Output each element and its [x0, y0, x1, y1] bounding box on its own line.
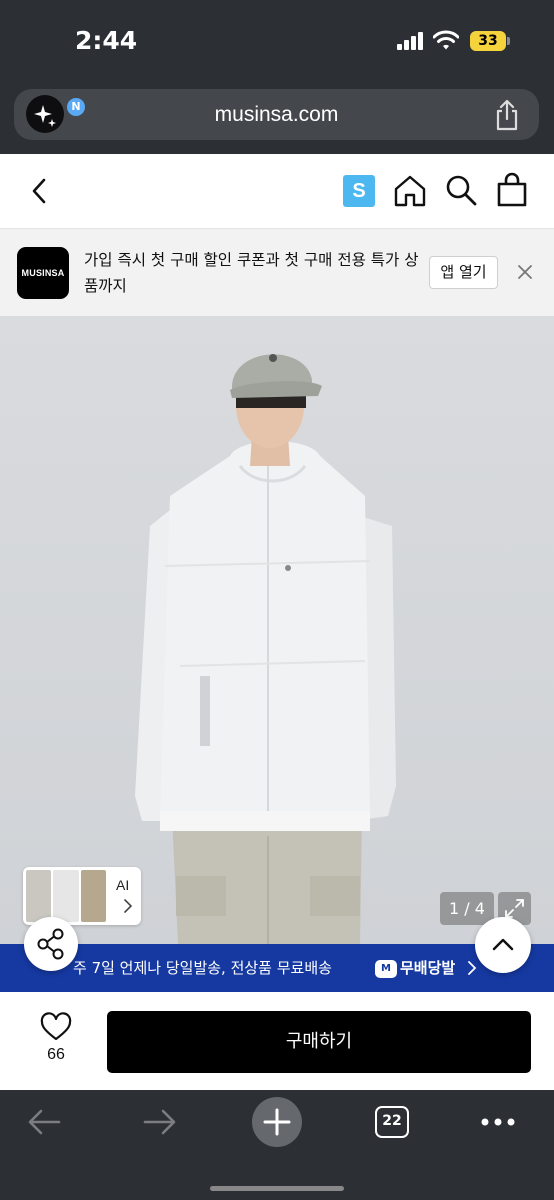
forward-arrow-icon[interactable] [142, 1107, 178, 1137]
status-bar: 2:44 33 [0, 0, 554, 80]
browser-address-area: N musinsa.com [0, 80, 554, 154]
home-icon[interactable] [392, 172, 428, 208]
thumbnail-photos [26, 870, 106, 922]
product-image[interactable]: AI 1 / 4 [0, 316, 554, 944]
more-icon[interactable] [480, 1112, 516, 1132]
battery-indicator: 33 [470, 31, 506, 51]
cellular-signal-icon [397, 32, 425, 50]
buy-button[interactable]: 구매하기 [107, 1011, 531, 1073]
share-button[interactable] [24, 917, 78, 971]
site-header: S [0, 154, 554, 228]
url-text[interactable]: musinsa.com [14, 89, 539, 140]
free-shipping-label: 무배당발 [400, 959, 456, 977]
shipping-info-strip[interactable]: 주 7일 언제나 당일발송, 전상품 무료배송 M 무배당발 [0, 944, 554, 992]
product-photo [0, 316, 554, 944]
free-shipping-badge-icon: M [375, 960, 397, 978]
chevron-left-icon[interactable] [24, 174, 54, 208]
tabs-button[interactable]: 22 [375, 1106, 409, 1138]
address-bar[interactable]: N musinsa.com [14, 89, 539, 140]
back-arrow-icon[interactable] [26, 1107, 62, 1137]
s-badge-button[interactable]: S [343, 175, 375, 207]
like-button[interactable]: 66 [34, 1012, 78, 1072]
home-indicator [210, 1186, 344, 1191]
share-nodes-icon [37, 928, 64, 960]
close-icon[interactable] [515, 262, 535, 282]
banner-message: 가입 즉시 첫 구매 할인 쿠폰과 첫 구매 전용 특가 상품까지 [84, 251, 419, 295]
shopping-bag-icon[interactable] [494, 171, 530, 209]
scroll-to-top-button[interactable] [475, 917, 531, 973]
shipping-text: 주 7일 언제나 당일발송, 전상품 무료배송 [73, 959, 332, 977]
status-time: 2:44 [75, 26, 138, 55]
chevron-right-icon [124, 899, 133, 913]
share-icon[interactable] [493, 99, 521, 131]
chevron-up-icon [492, 938, 514, 951]
new-tab-button[interactable] [252, 1097, 302, 1147]
search-icon[interactable] [443, 172, 479, 208]
battery-tip [507, 37, 510, 45]
musinsa-logo: MUSINSA [17, 247, 69, 299]
heart-icon [40, 1012, 72, 1041]
open-app-button[interactable]: 앱 열기 [429, 256, 498, 289]
ai-label: AI [116, 877, 130, 893]
purchase-bar: 66 구매하기 [0, 992, 554, 1090]
like-count: 66 [47, 1046, 65, 1063]
browser-toolbar: 22 [0, 1090, 554, 1200]
wifi-icon [433, 30, 459, 50]
plus-icon [263, 1108, 291, 1136]
app-install-banner: MUSINSA 가입 즉시 첫 구매 할인 쿠폰과 첫 구매 전용 특가 상품까… [0, 228, 554, 316]
